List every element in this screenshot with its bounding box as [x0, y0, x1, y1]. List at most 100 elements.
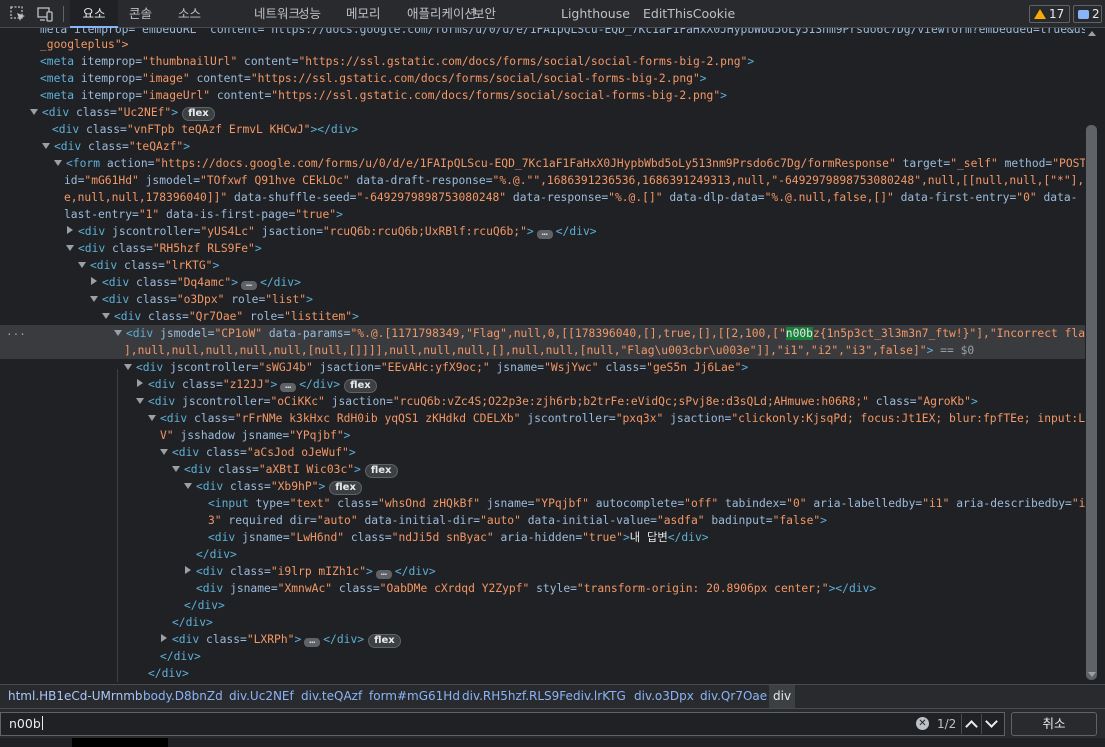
tab-memory[interactable]: 메모리: [335, 0, 392, 28]
ellipsis-icon[interactable]: …: [304, 636, 321, 647]
breadcrumb-item[interactable]: div.teQAzf: [297, 685, 366, 708]
breadcrumb-item[interactable]: div.Qr7Oae: [696, 685, 771, 708]
dom-line[interactable]: <div class="teQAzf">: [42, 138, 190, 155]
dom-line[interactable]: _googleplus">: [40, 36, 128, 53]
tab-console[interactable]: 콘솔: [118, 0, 163, 28]
ellipsis-icon[interactable]: …: [375, 568, 392, 579]
expand-arrow-icon[interactable]: [114, 330, 122, 336]
dom-line[interactable]: 3" required dir="auto" data-initial-dir=…: [208, 512, 827, 529]
breadcrumb-item[interactable]: html.HB1eCd-UMrnmb: [4, 685, 147, 708]
dom-line[interactable]: </div>: [172, 614, 213, 631]
expand-arrow-icon[interactable]: [30, 109, 38, 115]
dom-line[interactable]: <div class="lrKTG">: [78, 257, 219, 274]
device-toggle-icon[interactable]: [36, 5, 54, 23]
breadcrumb-item[interactable]: body.D8bnZd: [139, 685, 227, 708]
clear-search-icon[interactable]: ✕: [916, 717, 929, 730]
node-menu-dots[interactable]: ···: [6, 328, 26, 341]
scroll-down-arrow-icon[interactable]: [1088, 672, 1096, 677]
dom-line[interactable]: <div class="Qr7Oae" role="listitem">: [102, 308, 359, 325]
expand-arrow-icon[interactable]: [66, 245, 74, 251]
flex-badge[interactable]: flex: [368, 634, 401, 648]
dom-line[interactable]: <div class="z12JJ">… </div> flex: [136, 376, 377, 393]
breadcrumb-item[interactable]: div.Uc2NEf: [225, 685, 298, 708]
dom-line[interactable]: <meta itemprop="image" content="https://…: [40, 70, 707, 87]
dom-line[interactable]: </div>: [148, 665, 189, 682]
tab-elements[interactable]: 요소: [70, 0, 118, 28]
dom-line[interactable]: e,null,null,178396040]]" data-shuffle-se…: [64, 189, 1077, 206]
dom-line-selected[interactable]: ],null,null,null,null,null,[null,[]]]],n…: [124, 342, 974, 359]
dom-line[interactable]: <div class="Uc2NEf"> flex: [30, 104, 215, 121]
ellipsis-icon[interactable]: …: [536, 228, 553, 239]
cancel-search-button[interactable]: 취소: [1011, 712, 1097, 736]
ellipsis-icon[interactable]: …: [280, 381, 297, 392]
expand-arrow-icon[interactable]: [42, 143, 50, 149]
breadcrumb-item-current[interactable]: div: [769, 685, 796, 708]
dom-line[interactable]: <div class="Xb9hP"> flex: [184, 478, 362, 495]
dom-line[interactable]: <form action="https://docs.google.com/fo…: [54, 155, 1085, 172]
dom-line[interactable]: <input type="text" class="whsOnd zHQkBf"…: [208, 495, 1085, 512]
tab-security[interactable]: 보안: [462, 0, 507, 28]
dom-line[interactable]: <div class="aXBtI Wic03c"> flex: [172, 461, 398, 478]
scroll-up-arrow-icon[interactable]: [1088, 31, 1096, 36]
expand-arrow-icon[interactable]: [184, 483, 192, 489]
dom-tree[interactable]: ··· meta itemprop="embedURL" content="ht…: [0, 28, 1085, 682]
previous-match-button[interactable]: [961, 714, 980, 734]
dom-line[interactable]: </div>: [184, 597, 225, 614]
tab-editthiscookie[interactable]: EditThisCookie: [632, 0, 746, 28]
dom-line[interactable]: </div>: [160, 648, 201, 665]
breadcrumb-item[interactable]: div.lrKTG: [569, 685, 630, 708]
dom-line[interactable]: <div class="vnFTpb teQAzf ErmvL KHCwJ"><…: [52, 121, 358, 138]
flex-badge[interactable]: flex: [182, 107, 215, 121]
dom-line[interactable]: last-entry="1" data-is-first-page="true"…: [64, 206, 343, 223]
expand-arrow-icon[interactable]: [136, 398, 144, 404]
tab-performance[interactable]: 성능: [287, 0, 332, 28]
expand-arrow-icon[interactable]: [148, 415, 156, 421]
dom-line[interactable]: <meta itemprop="imageUrl" content="https…: [40, 87, 727, 104]
collapsed-arrow-icon[interactable]: [67, 226, 73, 234]
dom-line-selected[interactable]: <div jsmodel="CP1oW" data-params="%.@.[1…: [114, 325, 1085, 342]
collapsed-arrow-icon[interactable]: [185, 566, 191, 574]
dom-line[interactable]: V" jsshadow jsname="YPqjbf">: [160, 427, 350, 444]
next-match-button[interactable]: [981, 714, 1000, 734]
dom-line[interactable]: <div class="aCsJod oJeWuf">: [160, 444, 356, 461]
dom-line[interactable]: <div jscontroller="yUS4Lc" jsaction="rcu…: [66, 223, 597, 240]
flex-badge[interactable]: flex: [329, 481, 362, 495]
dom-line[interactable]: <div jscontroller="oCiKKc" jsaction="rcu…: [136, 393, 978, 410]
dom-line[interactable]: <meta itemprop="thumbnailUrl" content="h…: [40, 53, 754, 70]
expand-arrow-icon[interactable]: [172, 466, 180, 472]
flex-badge[interactable]: flex: [364, 464, 398, 478]
flex-badge[interactable]: flex: [344, 379, 377, 393]
dom-line[interactable]: <div jscontroller="sWGJ4b" jsaction="EEv…: [124, 359, 748, 376]
ellipsis-icon[interactable]: …: [241, 279, 258, 290]
dom-line[interactable]: </div>: [196, 546, 237, 563]
expand-arrow-icon[interactable]: [90, 296, 98, 302]
dom-line[interactable]: meta itemprop="embedURL" content="https:…: [40, 28, 1085, 38]
collapsed-arrow-icon[interactable]: [137, 379, 143, 387]
breadcrumb-item[interactable]: form#mG61Hd: [365, 685, 464, 708]
breadcrumb-item[interactable]: div.o3Dpx: [630, 685, 698, 708]
expand-arrow-icon[interactable]: [124, 364, 132, 370]
tab-lighthouse[interactable]: Lighthouse: [550, 0, 641, 28]
dom-line[interactable]: <div class="o3Dpx" role="list">: [90, 291, 313, 308]
expand-arrow-icon[interactable]: [102, 313, 110, 319]
dom-line[interactable]: <div class="rFrNMe k3kHxc RdH0ib yqQS1 z…: [148, 410, 1085, 427]
expand-arrow-icon[interactable]: [160, 449, 168, 455]
messages-badge[interactable]: 2: [1073, 5, 1102, 23]
breadcrumb-item[interactable]: div.RH5hzf.RLS9Fe: [458, 685, 577, 708]
inspect-element-icon[interactable]: [9, 5, 27, 23]
dom-line[interactable]: id="mG61Hd" jsmodel="TOfxwf Q91hve CEkLO…: [64, 172, 1085, 189]
dom-line[interactable]: <div class="Dq4amc">… </div>: [90, 274, 301, 291]
scrollbar-thumb[interactable]: [1086, 125, 1097, 680]
dom-line[interactable]: <div class="i9lrp mIZh1c">… </div>: [184, 563, 436, 580]
collapsed-arrow-icon[interactable]: [91, 277, 97, 285]
tab-sources[interactable]: 소스: [167, 0, 212, 28]
expand-arrow-icon[interactable]: [54, 160, 62, 166]
collapsed-arrow-icon[interactable]: [161, 634, 167, 642]
dom-line[interactable]: <div class="LXRPh">… </div> flex: [160, 631, 401, 648]
expand-arrow-icon[interactable]: [78, 262, 86, 268]
dom-line[interactable]: <div jsname="XmnwAc" class="OabDMe cXrdq…: [196, 580, 876, 597]
dom-line[interactable]: <div jsname="LwH6nd" class="ndJi5d snBya…: [208, 529, 709, 546]
search-input[interactable]: n00b: [0, 712, 1005, 736]
dom-line[interactable]: <div class="RH5hzf RLS9Fe">: [66, 240, 262, 257]
warnings-badge[interactable]: 17: [1029, 5, 1070, 23]
